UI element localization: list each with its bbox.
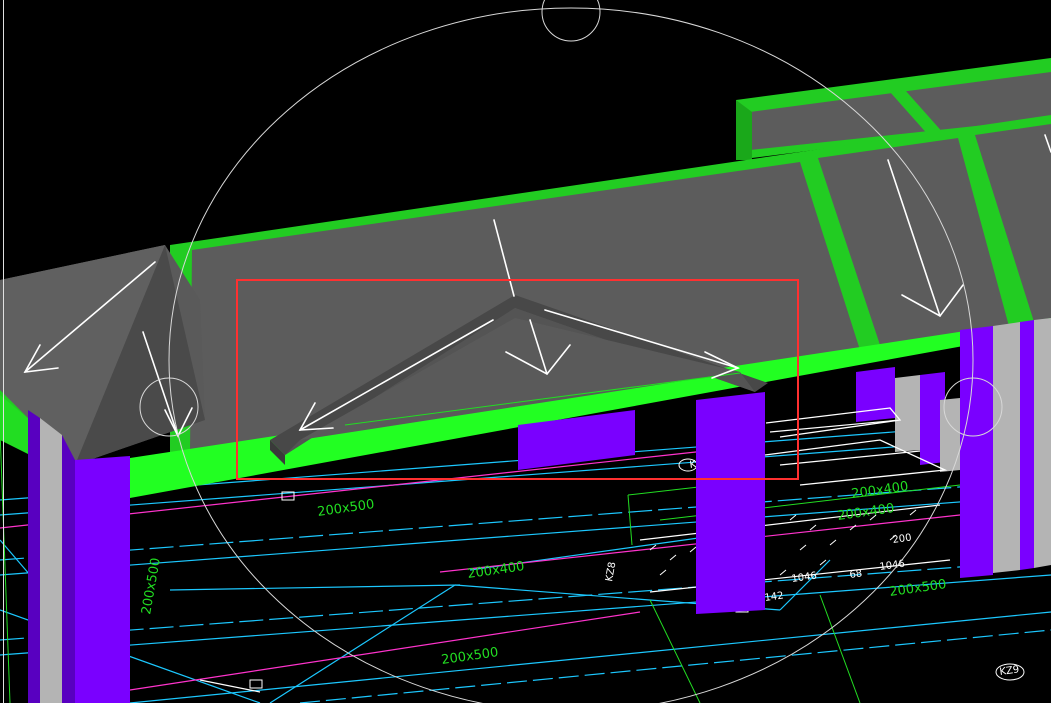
dimension-d3: 200x500 — [440, 645, 499, 668]
dimension-d7: 200x500 — [139, 557, 164, 616]
dimension-d5: 200x400 — [836, 501, 895, 524]
dimension-d2: 200x400 — [466, 559, 525, 582]
dimension-d6: 200x500 — [888, 577, 947, 600]
dimension-d10: 200 — [892, 532, 912, 546]
dimension-d4: 200x400 — [850, 479, 909, 502]
dimension-d1: 200x500 — [316, 497, 375, 520]
dimension-d12: 68 — [849, 568, 863, 581]
tag-label-2: KZ8 — [604, 561, 618, 582]
dimension-d8: 1046 — [791, 571, 818, 585]
cad-3d-viewport[interactable]: 200x500 200x400 200x500 200x400 200x400 … — [0, 0, 1051, 703]
dimension-labels: 200x500 200x400 200x500 200x400 200x400 … — [139, 457, 1020, 678]
tag-label-3: KZ9 — [999, 664, 1020, 678]
dimension-d11: 142 — [764, 590, 784, 604]
